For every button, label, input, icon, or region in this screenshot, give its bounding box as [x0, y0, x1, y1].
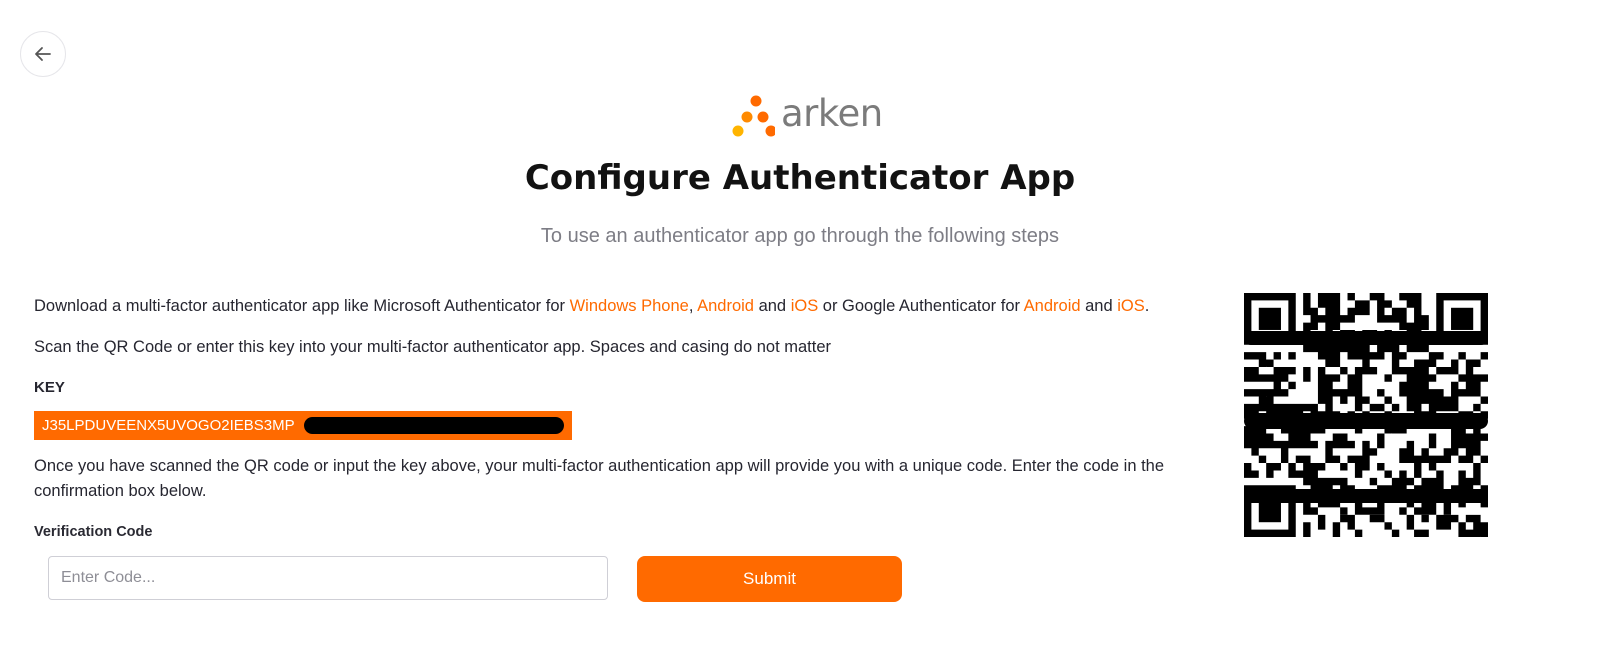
submit-button[interactable]: Submit	[637, 556, 902, 602]
brand-name: arken	[781, 91, 883, 135]
scan-instructions: Scan the QR Code or enter this key into …	[34, 338, 832, 356]
arrow-left-icon	[35, 47, 51, 61]
key-redaction	[304, 417, 564, 434]
confirmation-instructions: Once you have scanned the QR code or inp…	[34, 457, 1165, 500]
page-subtitle: To use an authenticator app go through t…	[540, 225, 1060, 247]
download-instructions: Download a multi-factor authenticator ap…	[34, 297, 1150, 315]
link-ms-ios[interactable]: iOS	[791, 297, 819, 315]
brand-logo: arken	[729, 92, 883, 140]
back-button[interactable]	[20, 31, 66, 77]
logo-mark-icon	[732, 95, 775, 137]
verification-code-label: Verification Code	[34, 524, 153, 540]
verification-code-input[interactable]	[48, 556, 608, 600]
key-label: KEY	[34, 379, 65, 396]
secret-key[interactable]: J35LPDUVEENX5UVOGO2IEBS3MP	[34, 411, 572, 440]
link-google-ios[interactable]: iOS	[1117, 297, 1145, 315]
secret-key-value: J35LPDUVEENX5UVOGO2IEBS3MP	[42, 417, 295, 434]
link-ms-android[interactable]: Android	[697, 297, 754, 315]
qr-code	[1244, 293, 1488, 537]
page-title: Configure Authenticator App	[524, 158, 1076, 198]
link-google-android[interactable]: Android	[1024, 297, 1081, 315]
link-windows-phone[interactable]: Windows Phone	[570, 297, 689, 315]
